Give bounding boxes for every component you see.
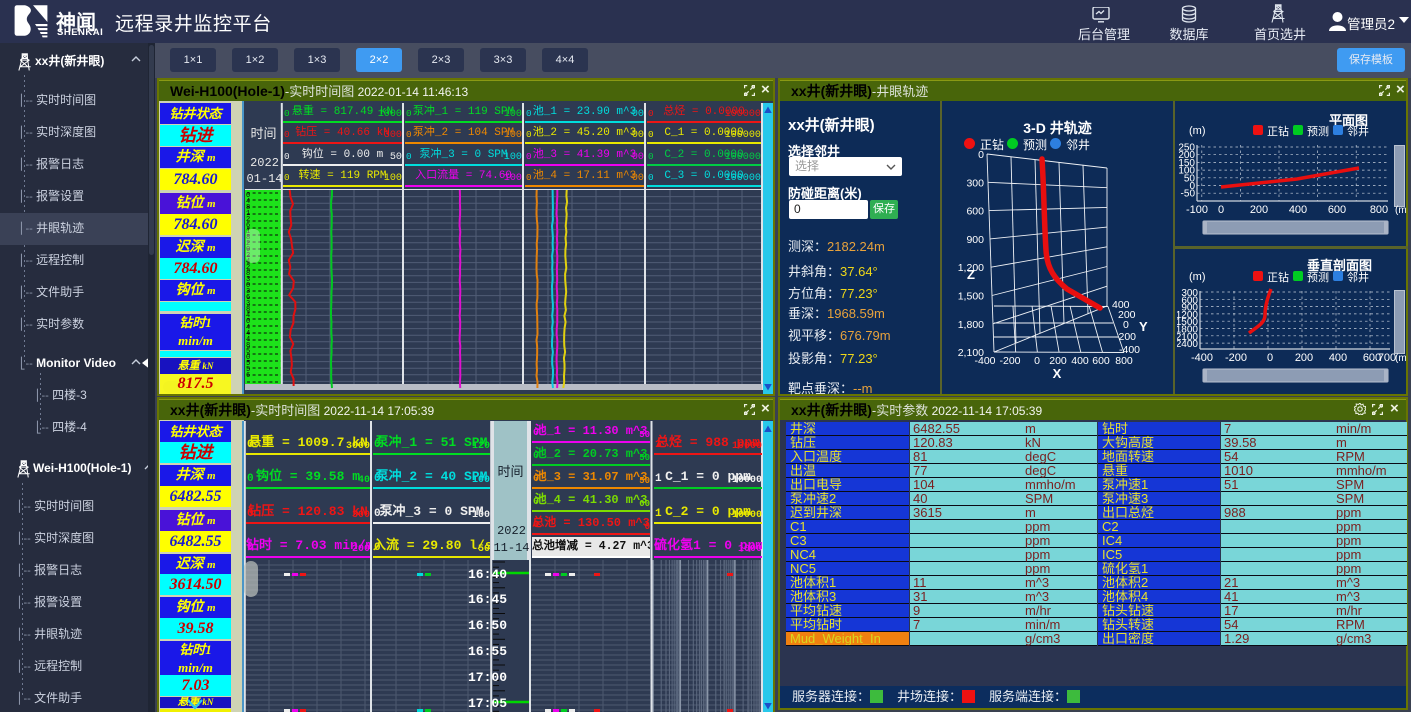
svg-text:800: 800 [1370,204,1388,216]
svg-text:-400: -400 [1119,344,1140,356]
svg-text:(m: (m [1395,205,1406,216]
svg-text:X: X [1053,366,1062,381]
svg-text:-200: -200 [999,355,1020,367]
svg-text:200: 200 [1295,352,1313,364]
svg-text:Z: Z [967,267,975,282]
svg-text:-100: -100 [1186,204,1208,216]
svg-text:0: 0 [978,151,984,161]
svg-text:-400: -400 [1191,352,1213,364]
svg-text:700: 700 [1378,352,1396,364]
svg-text:600: 600 [1092,355,1110,367]
svg-text:400: 400 [1329,352,1347,364]
svg-text:200: 200 [1250,204,1268,216]
svg-text:2400: 2400 [1177,339,1198,350]
svg-text:900: 900 [966,234,984,246]
svg-text:300: 300 [966,177,984,189]
svg-text:0: 0 [1218,204,1224,216]
svg-text:Y: Y [1139,319,1148,334]
svg-text:600: 600 [966,206,984,218]
svg-text:-400: -400 [974,355,995,367]
svg-text:400: 400 [1289,204,1307,216]
svg-text:1,800: 1,800 [958,319,984,331]
svg-text:-200: -200 [1225,352,1247,364]
svg-text:0: 0 [1267,352,1273,364]
svg-text:-200: -200 [1115,331,1136,343]
svg-text:800: 800 [1115,355,1133,367]
svg-text:-50: -50 [1181,189,1196,200]
svg-text:0: 0 [1123,319,1129,331]
svg-text:400: 400 [1071,355,1089,367]
svg-text:6: 6 [246,372,250,380]
svg-text:0: 0 [1034,355,1040,367]
svg-text:(m: (m [1395,353,1406,364]
svg-text:1,500: 1,500 [958,291,984,303]
svg-text:600: 600 [1328,204,1346,216]
